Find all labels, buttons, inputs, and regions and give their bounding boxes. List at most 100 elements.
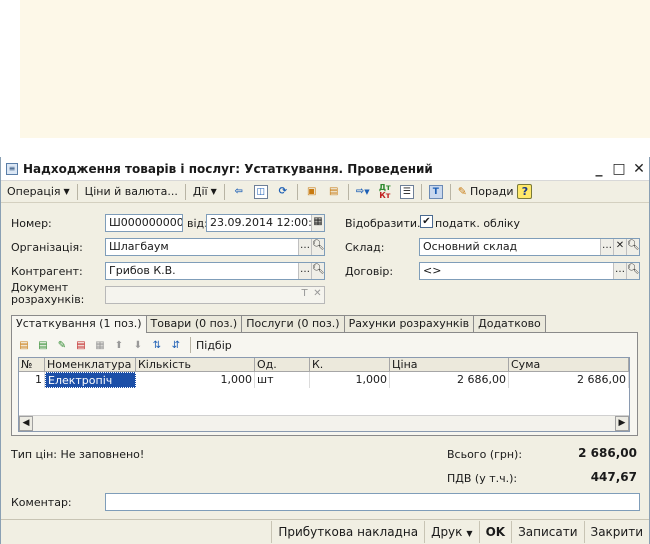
warehouse-value: Основний склад — [423, 240, 518, 253]
move-down-icon[interactable]: ⬇ — [130, 337, 146, 353]
background-area — [0, 0, 650, 156]
column-header-unit[interactable]: Од. — [255, 358, 310, 372]
comment-field[interactable] — [105, 493, 640, 511]
help-icon[interactable]: ? — [517, 184, 533, 199]
date-value: 23.09.2014 12:00:05 — [210, 216, 325, 229]
edit-row-icon[interactable]: ✎ — [54, 337, 70, 353]
date-field[interactable]: 23.09.2014 12:00:05 ▦ — [206, 214, 325, 232]
refresh-icon[interactable]: ⟳ — [274, 183, 292, 201]
settlement-doc-field[interactable]: T ✕ — [105, 286, 325, 304]
open-search-icon[interactable]: 🔍︎ — [626, 239, 639, 255]
print-menu-button[interactable]: Друк ▼ — [424, 521, 479, 543]
add-row-icon[interactable]: ▤ — [16, 337, 32, 353]
toggle-totals-icon[interactable]: T — [427, 183, 445, 201]
selection-button[interactable]: Підбір — [196, 339, 232, 352]
column-header-sum[interactable]: Сума — [509, 358, 629, 372]
close-button[interactable]: Закрити — [583, 521, 650, 543]
clear-icon[interactable]: ✕ — [311, 287, 324, 303]
sort-ascending-icon[interactable]: ⇅ — [149, 337, 165, 353]
main-toolbar: Операція ▼ Ціни й валюта... Дії ▼ ⇦ ◫ ⟳ ▣ … — [1, 181, 649, 203]
clear-icon[interactable]: ✕ — [613, 239, 626, 255]
back-arrow-icon[interactable]: ⇦ — [230, 183, 248, 201]
find-in-list-icon[interactable]: ◫ — [252, 183, 270, 201]
cell-unit[interactable]: шт — [255, 372, 310, 388]
maximize-button[interactable]: □ — [609, 161, 629, 177]
equipment-tab-panel: ▤ ▤ ✎ ▤ ▦ ⬆ ⬇ ⇅ ⇵ Підбір № Номенклатура … — [11, 332, 638, 436]
select-button[interactable]: … — [298, 239, 311, 255]
select-button[interactable]: … — [600, 239, 613, 255]
close-window-button[interactable]: ✕ — [629, 161, 649, 177]
minimize-button[interactable]: _ — [589, 161, 609, 177]
cell-quantity[interactable]: 1,000 — [136, 372, 255, 388]
post-document-icon[interactable]: ▣ — [303, 183, 321, 201]
column-header-price[interactable]: Ціна — [390, 358, 509, 372]
cell-coefficient[interactable]: 1,000 — [310, 372, 390, 388]
total-value: 2 686,00 — [578, 446, 637, 460]
select-button[interactable]: … — [298, 263, 311, 279]
tab-settlement-accounts[interactable]: Рахунки розрахунків — [343, 315, 475, 332]
table-toolbar: ▤ ▤ ✎ ▤ ▦ ⬆ ⬇ ⇅ ⇵ Підбір — [16, 336, 232, 354]
sort-descending-icon[interactable]: ⇵ — [168, 337, 184, 353]
ok-button[interactable]: OK — [478, 521, 512, 543]
number-field[interactable]: Ш0000000001 — [105, 214, 183, 232]
table-header: № Номенклатура Кількість Од. К. Ціна Сум… — [19, 358, 629, 372]
window-title: Надходження товарів і послуг: Устаткуван… — [23, 161, 433, 176]
warehouse-field[interactable]: Основний склад … ✕ 🔍︎ — [419, 238, 640, 256]
structure-icon[interactable]: ☰ — [398, 183, 416, 201]
comment-label: Коментар: — [11, 496, 72, 509]
prices-currency-button[interactable]: Ціни й валюта... — [81, 183, 182, 201]
dropdown-arrow-icon: ▼ — [63, 187, 70, 196]
scroll-left-icon[interactable]: ◀ — [19, 416, 33, 431]
advice-button[interactable]: ✎ Поради — [454, 183, 518, 201]
number-label: Номер: — [11, 217, 52, 230]
contract-field[interactable]: <> … 🔍︎ — [419, 262, 640, 280]
tab-services[interactable]: Послуги (0 поз.) — [241, 315, 345, 332]
toolbar-separator — [296, 183, 298, 200]
counterparty-field[interactable]: Грибов К.В. … 🔍︎ — [105, 262, 325, 280]
open-search-icon[interactable]: 🔍︎ — [626, 263, 639, 279]
cell-sum[interactable]: 2 686,00 — [509, 372, 629, 388]
settlement-doc-label: Документ розрахунків: — [11, 282, 84, 306]
copy-row-icon[interactable]: ▤ — [35, 337, 51, 353]
tab-strip: Устаткування (1 поз.) Товари (0 поз.) По… — [11, 315, 546, 333]
tax-accounting-label: податк. обліку — [435, 217, 521, 230]
advice-icon: ✎ — [457, 185, 467, 198]
tax-accounting-checkbox[interactable]: ✔ — [420, 215, 433, 228]
document-window: ≡ Надходження товарів і послуг: Устаткув… — [0, 157, 650, 544]
organization-value: Шлагбаум — [109, 240, 169, 253]
cell-price[interactable]: 2 686,00 — [390, 372, 509, 388]
scroll-right-icon[interactable]: ▶ — [615, 416, 629, 431]
column-header-item[interactable]: Номенклатура — [45, 358, 136, 372]
create-based-on-icon[interactable]: ⇨ ▼ — [354, 183, 372, 201]
open-search-icon[interactable]: 🔍︎ — [311, 239, 324, 255]
tab-goods[interactable]: Товари (0 поз.) — [145, 315, 243, 332]
column-header-coefficient[interactable]: К. — [310, 358, 390, 372]
unpost-document-icon[interactable]: ▤ — [325, 183, 343, 201]
tab-additional[interactable]: Додатково — [473, 315, 546, 332]
select-button[interactable]: … — [613, 263, 626, 279]
move-up-icon[interactable]: ⬆ — [111, 337, 127, 353]
receipt-invoice-button[interactable]: Прибуткова накладна — [271, 521, 424, 543]
price-type-status[interactable]: Тип цін: Не заповнено! — [11, 448, 144, 461]
toolbar-separator — [76, 183, 78, 200]
cell-item[interactable]: Електропіч — [45, 372, 136, 388]
end-edit-icon[interactable]: ▦ — [92, 337, 108, 353]
actions-menu[interactable]: Дії ▼ — [189, 183, 221, 201]
cell-number[interactable]: 1 — [19, 372, 45, 388]
organization-field[interactable]: Шлагбаум … 🔍︎ — [105, 238, 325, 256]
column-header-number[interactable]: № — [19, 358, 45, 372]
debit-credit-icon[interactable]: Дт Кт — [376, 183, 394, 201]
table-row[interactable]: 1 Електропіч 1,000 шт 1,000 2 686,00 2 6… — [19, 372, 629, 388]
equipment-table: № Номенклатура Кількість Од. К. Ціна Сум… — [18, 357, 630, 432]
actions-label: Дії — [192, 185, 208, 198]
text-type-icon[interactable]: T — [298, 287, 311, 303]
calendar-icon[interactable]: ▦ — [311, 215, 324, 231]
column-header-quantity[interactable]: Кількість — [136, 358, 255, 372]
tab-equipment[interactable]: Устаткування (1 поз.) — [11, 315, 147, 333]
counterparty-value: Грибов К.В. — [109, 264, 176, 277]
open-search-icon[interactable]: 🔍︎ — [311, 263, 324, 279]
save-button[interactable]: Записати — [511, 521, 583, 543]
operation-menu[interactable]: Операція ▼ — [3, 183, 74, 201]
delete-row-icon[interactable]: ▤ — [73, 337, 89, 353]
horizontal-scrollbar[interactable]: ◀ ▶ — [19, 415, 629, 431]
